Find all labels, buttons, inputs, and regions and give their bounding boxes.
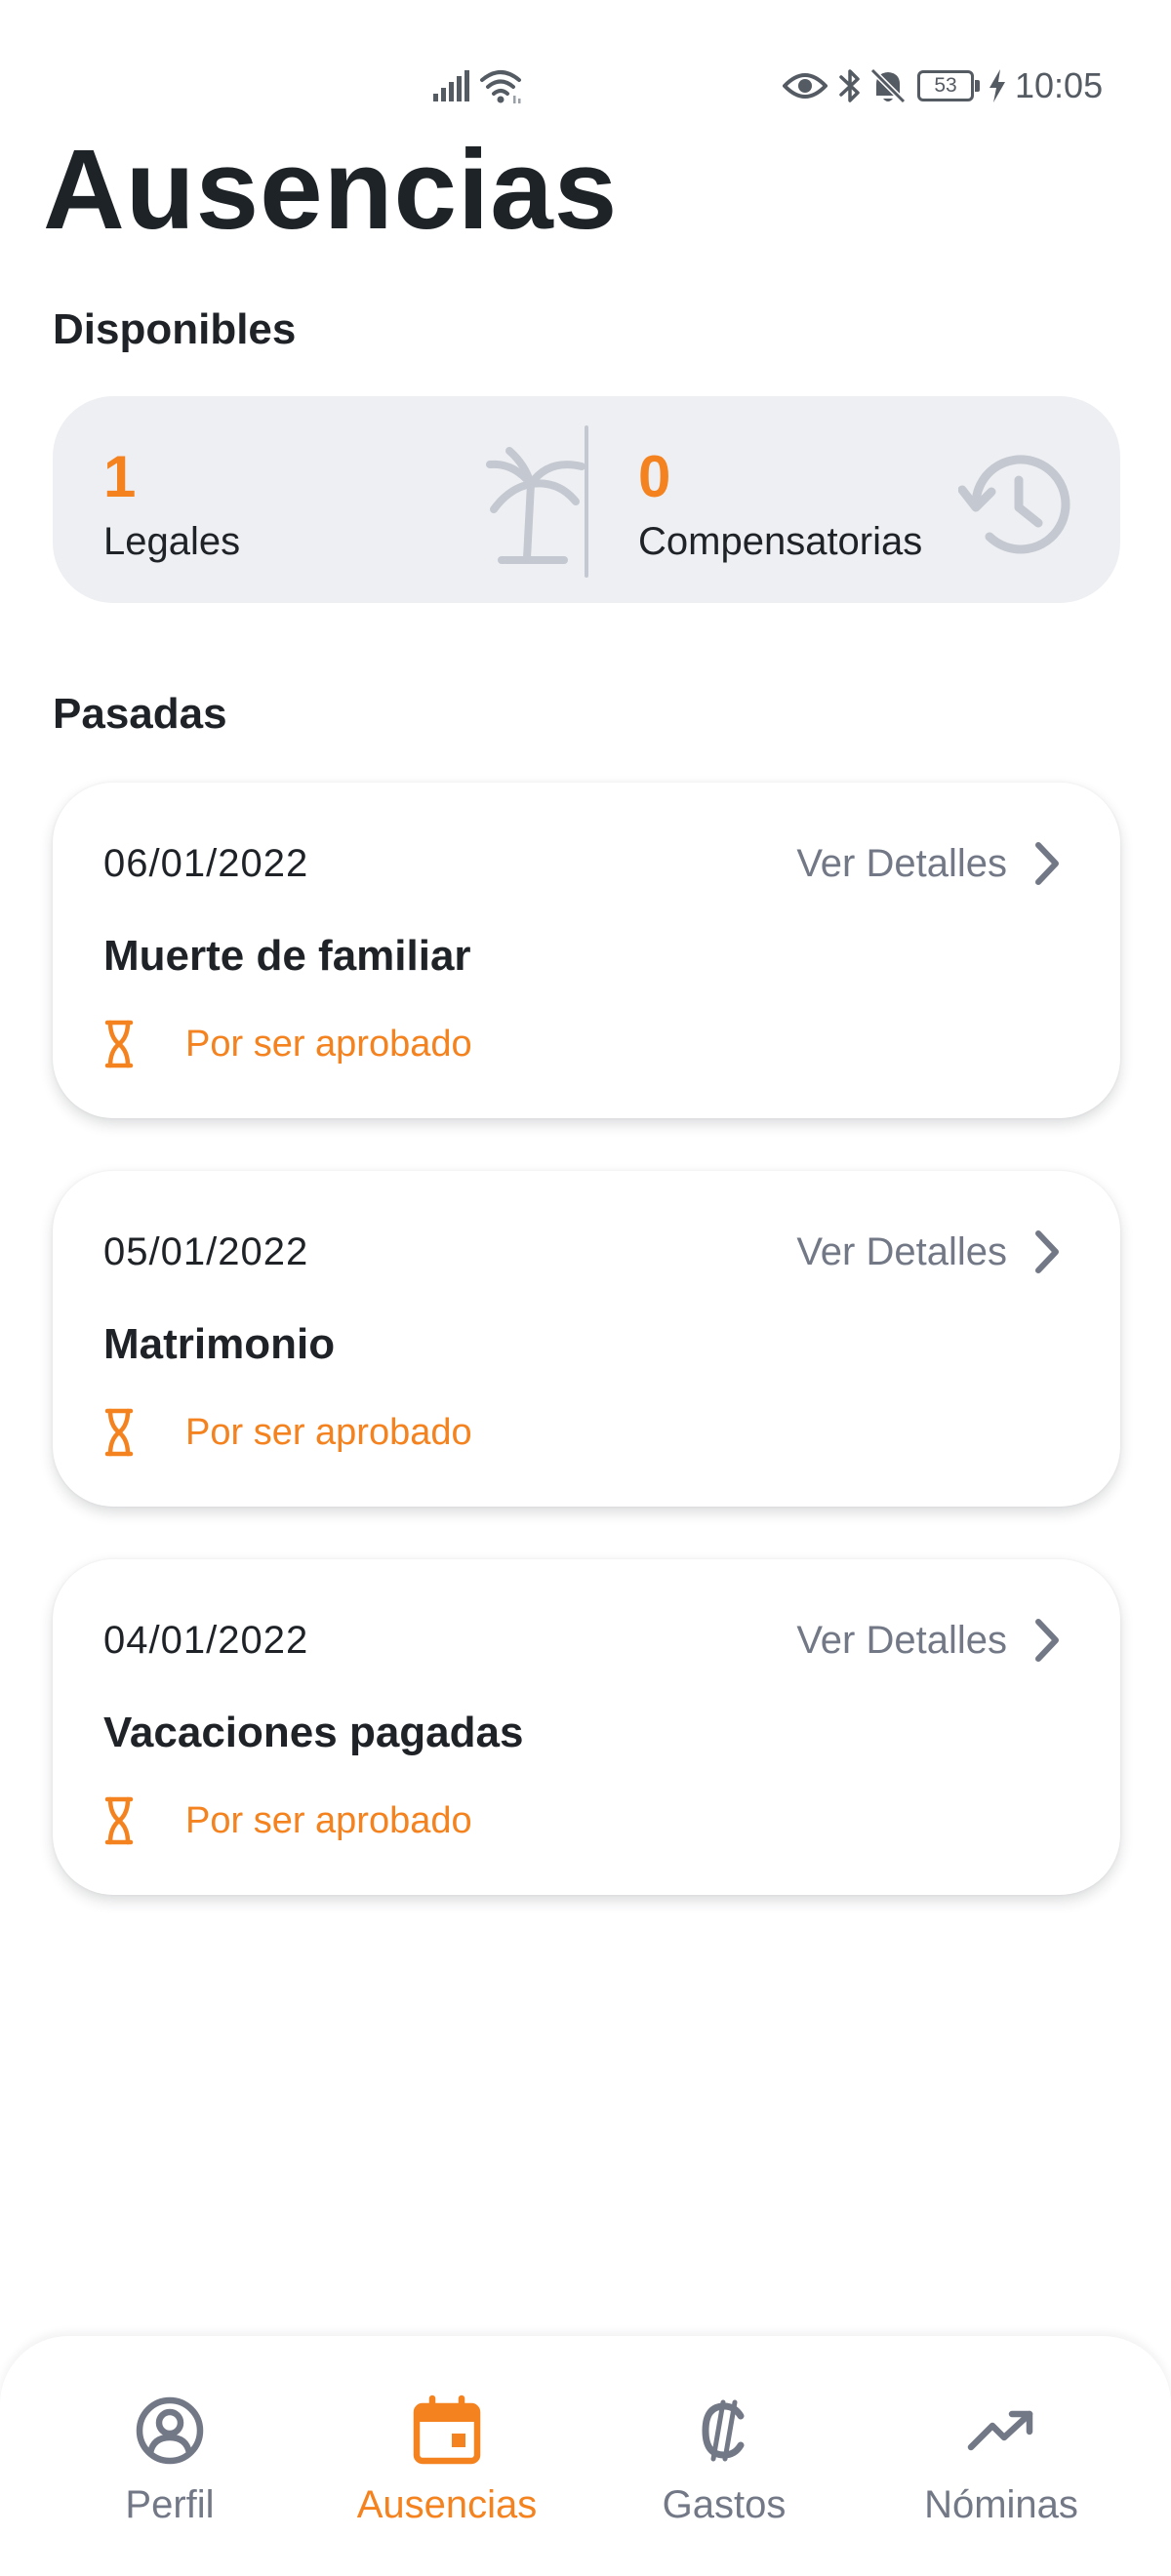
status-time: 10:05 (1015, 65, 1104, 105)
absence-date: 06/01/2022 (103, 842, 309, 885)
absence-date: 05/01/2022 (103, 1230, 309, 1273)
nav-label-profile: Perfil (125, 2483, 215, 2526)
bluetooth-icon (839, 69, 860, 102)
available-section-title: Disponibles (53, 305, 297, 353)
battery-icon: 53 (917, 70, 980, 101)
calendar-icon (413, 2395, 481, 2465)
absence-card[interactable]: 04/01/2022 Ver Detalles Vacaciones pagad… (53, 1559, 1120, 1895)
absence-status-label: Por ser aprobado (185, 1800, 472, 1841)
hourglass-icon (104, 1408, 134, 1457)
absence-status: Por ser aprobado (103, 1403, 472, 1462)
available-legal-count: 1 (103, 444, 137, 509)
view-details-link[interactable]: Ver Detalles (796, 1226, 1062, 1278)
palm-tree-icon (486, 447, 586, 564)
battery-level: 53 (917, 70, 974, 101)
chevron-right-icon (1035, 1619, 1059, 1662)
past-section-title: Pasadas (53, 690, 227, 738)
absence-status: Por ser aprobado (103, 1015, 472, 1073)
history-icon (958, 455, 1070, 554)
nav-item-profile[interactable]: Perfil (33, 2336, 306, 2576)
absence-type: Matrimonio (103, 1320, 336, 1368)
nav-item-payroll[interactable]: Nóminas (865, 2336, 1138, 2576)
bell-off-icon (869, 67, 907, 104)
available-legal: 1 Legales (103, 396, 586, 603)
available-summary-card: 1 Legales 0 Compensatorias (53, 396, 1120, 603)
absence-type: Vacaciones pagadas (103, 1709, 524, 1756)
bottom-nav: Perfil Ausencias Gastos Nóminas (0, 2336, 1171, 2576)
absence-card[interactable]: 06/01/2022 Ver Detalles Muerte de famili… (53, 783, 1120, 1118)
view-details-label: Ver Detalles (796, 1230, 1007, 1273)
absence-status: Por ser aprobado (103, 1791, 472, 1850)
view-details-label: Ver Detalles (796, 1619, 1007, 1662)
available-compensatory-label: Compensatorias (638, 520, 923, 563)
nav-label-payroll: Nóminas (924, 2483, 1078, 2526)
available-compensatory-count: 0 (638, 444, 671, 509)
absence-status-label: Por ser aprobado (185, 1024, 472, 1065)
chevron-right-icon (1035, 842, 1059, 885)
colon-currency-icon (702, 2399, 745, 2462)
absence-status-label: Por ser aprobado (185, 1412, 472, 1453)
trending-up-icon (967, 2410, 1033, 2451)
nav-item-expenses[interactable]: Gastos (587, 2336, 861, 2576)
view-details-link[interactable]: Ver Detalles (796, 1614, 1062, 1667)
chevron-right-icon (1035, 1230, 1059, 1273)
available-legal-label: Legales (103, 520, 241, 563)
absence-card[interactable]: 05/01/2022 Ver Detalles Matrimonio Por s… (53, 1171, 1120, 1507)
signal-icon (433, 70, 469, 101)
view-details-label: Ver Detalles (796, 842, 1007, 885)
wifi-icon (480, 70, 521, 103)
summary-divider (585, 425, 588, 578)
eye-icon (783, 73, 828, 99)
nav-label-expenses: Gastos (662, 2483, 787, 2526)
profile-icon (136, 2396, 204, 2465)
absences-screen: 53 10:05 Ausencias Disponibles 1 Legales (0, 0, 1171, 2576)
hourglass-icon (104, 1796, 134, 1845)
view-details-link[interactable]: Ver Detalles (796, 837, 1062, 890)
hourglass-icon (104, 1020, 134, 1068)
nav-label-absences: Ausencias (356, 2483, 538, 2526)
status-bar: 53 10:05 (0, 0, 1171, 127)
charging-icon (989, 69, 1005, 102)
page-title: Ausencias (43, 126, 619, 253)
nav-item-absences[interactable]: Ausencias (310, 2336, 584, 2576)
absence-date: 04/01/2022 (103, 1619, 309, 1662)
absence-type: Muerte de familiar (103, 932, 471, 980)
